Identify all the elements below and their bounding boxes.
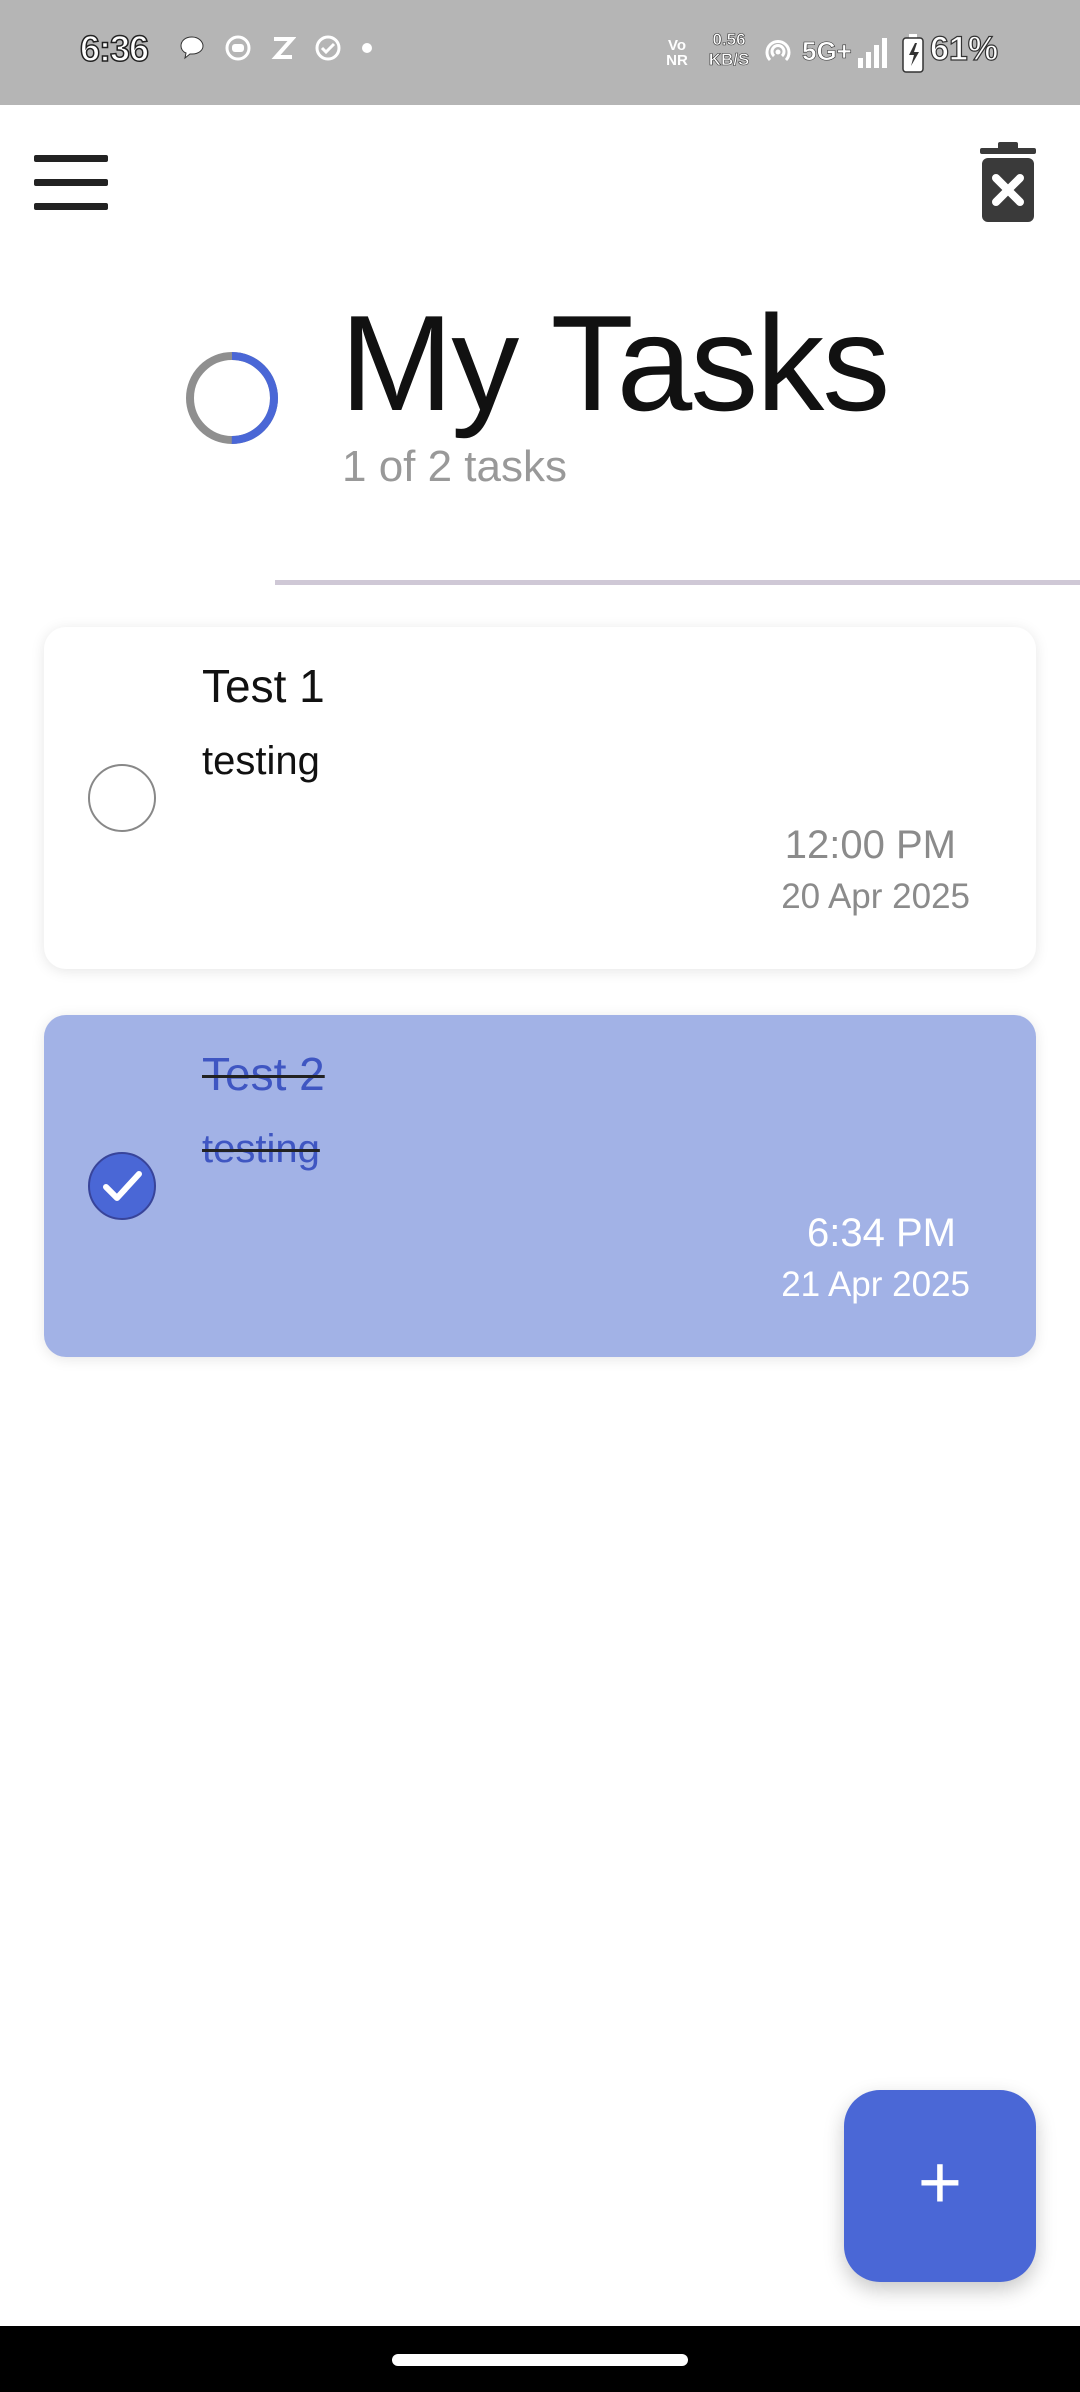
task-title: Test 1 <box>202 660 325 712</box>
add-task-button[interactable]: + <box>844 2090 1036 2282</box>
progress-ring <box>186 352 278 444</box>
page-title: My Tasks <box>340 287 890 439</box>
vonr-label: Vo NR <box>666 37 688 69</box>
hotspot-icon <box>765 40 791 62</box>
menu-button[interactable] <box>34 155 108 210</box>
task-title: Test 2 <box>202 1048 325 1100</box>
network-type: 5G+ <box>802 36 852 67</box>
task-checkbox-checked[interactable] <box>88 1152 156 1220</box>
task-card[interactable]: Test 1 testing 12:00 PM 20 Apr 2025 <box>44 627 1036 969</box>
notification-icons <box>178 34 374 62</box>
status-bar: 6:36 Vo NR 0.56 KB/S 5G+ 61% <box>0 0 1080 105</box>
task-checkbox[interactable] <box>88 764 156 832</box>
network-speed: 0.56 KB/S <box>706 30 752 70</box>
z-app-icon <box>271 37 296 59</box>
task-description: testing <box>202 739 320 783</box>
delete-all-button[interactable] <box>974 142 1042 224</box>
dot-icon <box>362 43 372 53</box>
task-time: 6:34 PM <box>807 1211 956 1255</box>
plus-icon: + <box>917 2140 963 2225</box>
task-description: testing <box>202 1127 320 1171</box>
check-circle-icon <box>315 35 341 61</box>
trash-x-icon <box>980 142 1036 222</box>
task-card-completed[interactable]: Test 2 testing 6:34 PM 21 Apr 2025 <box>44 1015 1036 1357</box>
navigation-bar <box>0 2326 1080 2392</box>
task-date: 21 Apr 2025 <box>781 1265 970 1304</box>
task-count: 1 of 2 tasks <box>342 442 568 491</box>
divider <box>275 580 1080 585</box>
status-time: 6:36 <box>79 27 150 70</box>
check-icon <box>103 1171 142 1201</box>
battery-charging-icon <box>902 34 924 73</box>
app-circle-icon <box>225 35 251 61</box>
chat-bubble-icon <box>180 36 204 60</box>
battery-level: 61% <box>929 29 999 68</box>
task-date: 20 Apr 2025 <box>781 877 970 916</box>
task-time: 12:00 PM <box>784 823 956 867</box>
speed-unit: KB/S <box>708 50 750 70</box>
home-indicator[interactable] <box>392 2354 688 2366</box>
speed-value: 0.56 <box>712 30 746 50</box>
signal-icon <box>858 38 887 68</box>
